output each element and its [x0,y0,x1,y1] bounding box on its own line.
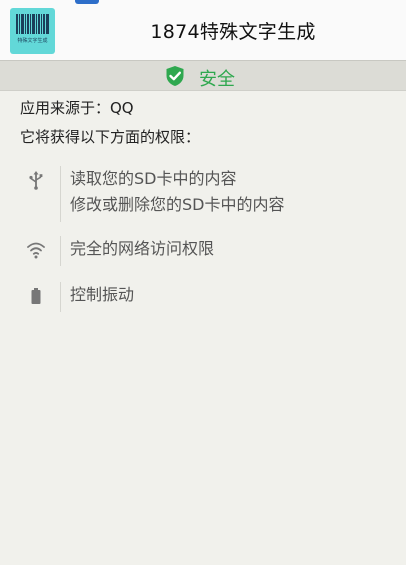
permission-text: 控制振动 [70,282,134,308]
permission-divider [60,166,61,222]
permission-line: 修改或删除您的SD卡中的内容 [70,195,285,214]
permission-text: 完全的网络访问权限 [70,236,214,262]
shield-check-icon [166,66,184,86]
security-status-label: 安全 [199,69,235,90]
app-title: 1874特殊文字生成 [150,21,316,43]
battery-icon [31,288,41,304]
notification-icon [75,0,99,4]
permission-divider [60,282,61,312]
barcode-app-icon: 特殊文字生成 [10,8,55,54]
permission-line: 完全的网络访问权限 [70,239,215,258]
app-source-text: 应用来源于：QQ [20,99,134,117]
permission-text: 读取您的SD卡中的内容 修改或删除您的SD卡中的内容 [70,166,284,218]
permission-item-storage: 读取您的SD卡中的内容 修改或删除您的SD卡中的内容 [20,166,390,222]
wifi-icon [27,242,45,259]
permission-item-vibrate: 控制振动 [20,282,390,312]
permission-line: 控制振动 [70,285,135,304]
app-icon-caption: 特殊文字生成 [17,38,48,44]
usb-icon [29,171,43,190]
permission-line: 读取您的SD卡中的内容 [70,169,237,188]
security-status-bar: 安全 [0,60,406,91]
barcode-graphic [16,14,49,34]
permission-item-network: 完全的网络访问权限 [20,236,390,266]
permission-divider [60,236,61,266]
app-header: 特殊文字生成 1874特殊文字生成 [0,0,406,60]
permissions-intro: 它将获得以下方面的权限： [20,128,201,146]
